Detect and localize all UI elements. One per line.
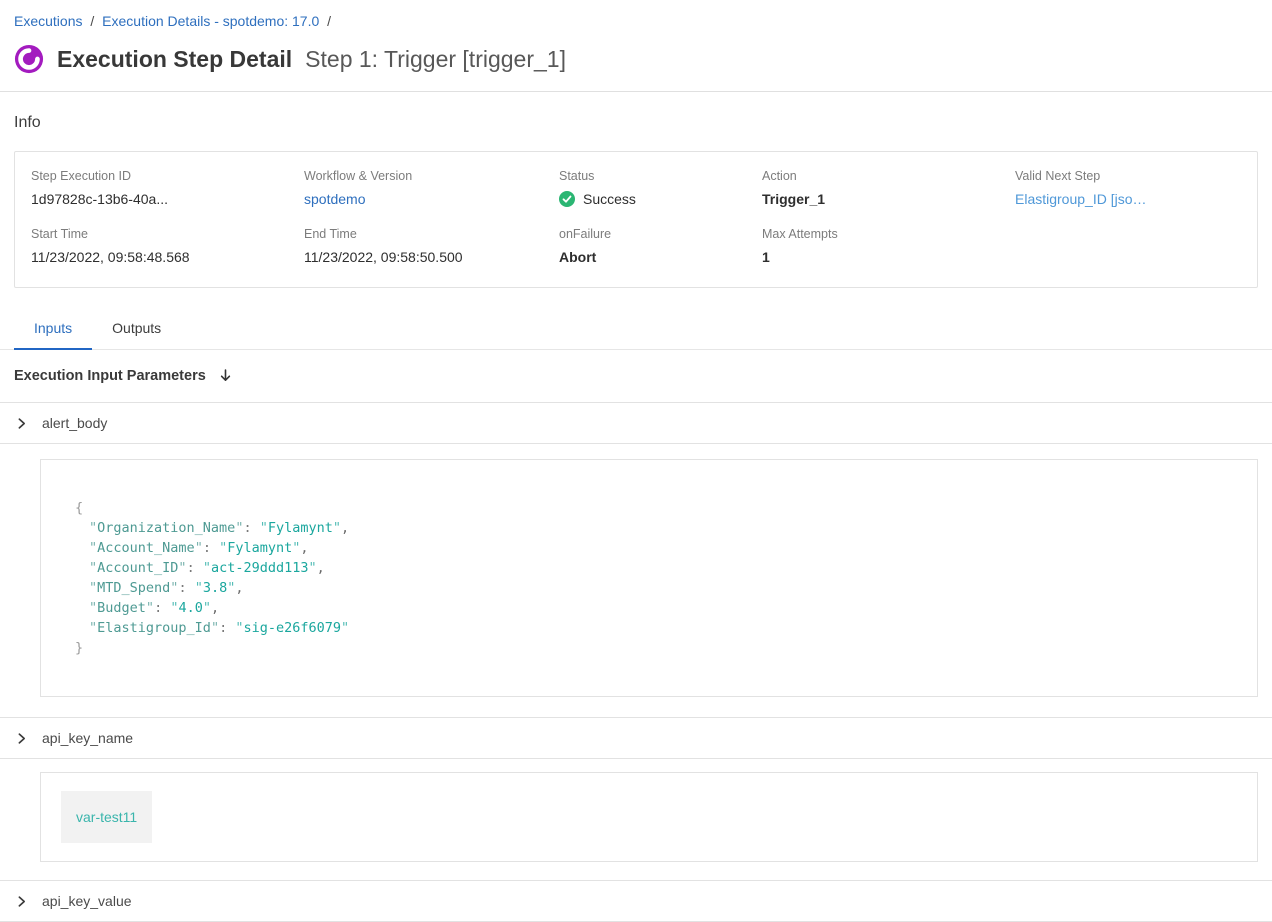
field-label: Start Time <box>31 227 304 241</box>
param-row-alert-body[interactable]: alert_body <box>0 403 1272 444</box>
valid-next-step-link[interactable]: Elastigroup_ID [jso… <box>1015 191 1241 207</box>
json-comma: , <box>317 560 325 576</box>
field-label: onFailure <box>559 227 762 241</box>
status-text: Success <box>583 191 636 207</box>
param-name-api-key-name: api_key_name <box>42 730 133 746</box>
json-comma: , <box>211 600 219 616</box>
json-value: 3.8 <box>195 580 236 596</box>
info-field-action: Action Trigger_1 <box>762 169 1015 207</box>
json-entry: MTD_Spend 3.8, <box>75 578 1223 598</box>
json-key: Organization_Name <box>89 520 243 536</box>
chevron-right-icon[interactable] <box>14 732 28 745</box>
json-key: Account_ID <box>89 560 187 576</box>
max-attempts-value: 1 <box>762 249 1015 265</box>
info-field-start-time: Start Time 11/23/2022, 09:58:48.568 <box>31 227 304 265</box>
field-label: Status <box>559 169 762 183</box>
json-colon <box>243 520 259 536</box>
chevron-right-icon[interactable] <box>14 895 28 908</box>
breadcrumb: Executions / Execution Details - spotdem… <box>14 13 1258 29</box>
param-name-api-key-value: api_key_value <box>42 893 132 909</box>
onfailure-value: Abort <box>559 249 762 265</box>
info-field-empty <box>1015 227 1241 265</box>
info-field-step-execution-id: Step Execution ID 1d97828c-13b6-40a... <box>31 169 304 207</box>
tab-inputs[interactable]: Inputs <box>14 312 92 350</box>
execution-input-parameters-header: Execution Input Parameters <box>0 350 1272 403</box>
json-colon <box>203 540 219 556</box>
tab-bar: Inputs Outputs <box>0 312 1272 350</box>
json-entry: Organization_Name Fylamynt, <box>75 518 1223 538</box>
tab-outputs[interactable]: Outputs <box>92 312 181 350</box>
json-entry: Budget 4.0, <box>75 598 1223 618</box>
info-card: Step Execution ID 1d97828c-13b6-40a... W… <box>14 151 1258 288</box>
breadcrumb-link-executions[interactable]: Executions <box>14 13 82 29</box>
json-key: Account_Name <box>89 540 203 556</box>
param-row-api-key-name[interactable]: api_key_name <box>0 718 1272 759</box>
param-row-api-key-value[interactable]: api_key_value <box>0 881 1272 922</box>
page-subtitle: Step 1: Trigger [trigger_1] <box>305 46 566 73</box>
json-colon <box>187 560 203 576</box>
json-comma: , <box>235 580 243 596</box>
json-viewer: { Organization_Name Fylamynt, Account_Nam… <box>40 459 1258 697</box>
end-time-value: 11/23/2022, 09:58:50.500 <box>304 249 559 265</box>
param-content-api-key-name: var-test11 <box>0 759 1272 881</box>
info-field-end-time: End Time 11/23/2022, 09:58:50.500 <box>304 227 559 265</box>
json-colon <box>219 620 235 636</box>
field-label: Workflow & Version <box>304 169 559 183</box>
json-key: Elastigroup_Id <box>89 620 219 636</box>
json-value: 4.0 <box>170 600 211 616</box>
json-key: MTD_Spend <box>89 580 178 596</box>
chevron-right-icon[interactable] <box>14 417 28 430</box>
json-entry: Account_ID act-29ddd113, <box>75 558 1223 578</box>
json-colon <box>178 580 194 596</box>
param-content-alert-body: { Organization_Name Fylamynt, Account_Nam… <box>0 444 1272 718</box>
breadcrumb-link-execution-details[interactable]: Execution Details - spotdemo: 17.0 <box>102 13 319 29</box>
json-value: sig-e26f6079 <box>235 620 349 636</box>
breadcrumb-separator: / <box>90 13 94 29</box>
json-value: act-29ddd113 <box>203 560 317 576</box>
breadcrumb-separator: / <box>327 13 331 29</box>
json-key: Budget <box>89 600 154 616</box>
json-close-brace: } <box>75 638 1223 658</box>
info-field-status: Status Success <box>559 169 762 207</box>
json-open-brace: { <box>75 498 1223 518</box>
fylamynt-logo-icon <box>14 44 44 74</box>
json-comma: , <box>341 520 349 536</box>
page-header: Executions / Execution Details - spotdem… <box>0 0 1272 92</box>
field-label: Action <box>762 169 1015 183</box>
action-value: Trigger_1 <box>762 191 1015 207</box>
info-field-onfailure: onFailure Abort <box>559 227 762 265</box>
json-entry: Account_Name Fylamynt, <box>75 538 1223 558</box>
field-label: Valid Next Step <box>1015 169 1241 183</box>
json-value: Fylamynt <box>219 540 300 556</box>
workflow-link[interactable]: spotdemo <box>304 191 559 207</box>
param-name-alert-body: alert_body <box>42 415 107 431</box>
page-title: Execution Step Detail <box>57 46 292 73</box>
start-time-value: 11/23/2022, 09:58:48.568 <box>31 249 304 265</box>
info-field-valid-next-step: Valid Next Step Elastigroup_ID [jso… <box>1015 169 1241 207</box>
field-label: Max Attempts <box>762 227 1015 241</box>
check-circle-icon <box>559 191 575 207</box>
info-field-max-attempts: Max Attempts 1 <box>762 227 1015 265</box>
info-section-title: Info <box>0 92 1272 132</box>
json-colon <box>154 600 170 616</box>
status-badge: Success <box>559 191 762 207</box>
download-icon[interactable] <box>218 369 233 384</box>
api-key-name-value-chip: var-test11 <box>61 791 152 843</box>
title-row: Execution Step Detail Step 1: Trigger [t… <box>14 44 1258 91</box>
value-box: var-test11 <box>40 772 1258 862</box>
json-comma: , <box>300 540 308 556</box>
field-label: End Time <box>304 227 559 241</box>
json-entry: Elastigroup_Id sig-e26f6079 <box>75 618 1223 638</box>
field-label: Step Execution ID <box>31 169 304 183</box>
json-value: Fylamynt <box>260 520 341 536</box>
params-section-title: Execution Input Parameters <box>14 368 206 384</box>
step-execution-id-value: 1d97828c-13b6-40a... <box>31 191 304 207</box>
info-field-workflow-version: Workflow & Version spotdemo <box>304 169 559 207</box>
